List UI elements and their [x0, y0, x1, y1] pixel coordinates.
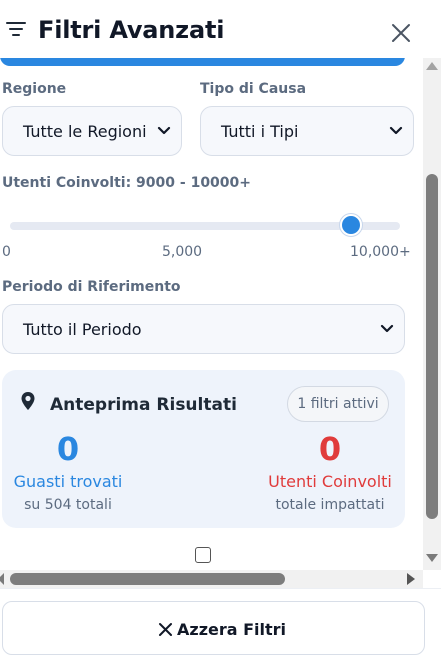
users-range-label: Utenti Coinvolti: 9000 - 10000+	[2, 175, 252, 191]
filters-scroll-area[interactable]: Regione Tutte le Regioni Tipo di Causa T…	[0, 40, 421, 570]
footer-divider	[0, 588, 441, 589]
chevron-down-icon	[157, 126, 171, 135]
horizontal-scrollbar[interactable]	[0, 570, 423, 588]
region-select[interactable]: Tutte le Regioni	[2, 106, 182, 156]
map-pin-icon	[21, 392, 35, 410]
slider-tick-min: 0	[2, 244, 11, 260]
filter-lines-icon[interactable]	[6, 20, 26, 38]
horizontal-scroll-thumb[interactable]	[10, 573, 285, 585]
faults-label: Guasti trovati	[13, 472, 123, 491]
active-filters-badge: 1 filtri attivi	[287, 386, 389, 422]
cause-type-label: Tipo di Causa	[200, 81, 307, 97]
slider-tick-max: 10,000+	[350, 244, 411, 260]
vertical-scroll-thumb[interactable]	[426, 174, 438, 519]
region-label: Regione	[2, 81, 67, 97]
reset-filters-label: Azzera Filtri	[177, 620, 287, 639]
reset-filters-button[interactable]: Azzera Filtri	[2, 601, 425, 655]
period-select[interactable]: Tutto il Periodo	[2, 304, 405, 354]
chevron-down-icon	[389, 126, 403, 135]
panel-header: Filtri Avanzati	[0, 0, 441, 58]
region-select-value: Tutte le Regioni	[23, 122, 147, 141]
checkbox[interactable]	[195, 547, 211, 563]
scroll-down-arrow-icon[interactable]	[426, 554, 438, 562]
users-count: 0	[318, 430, 342, 468]
close-icon[interactable]	[390, 22, 412, 44]
slider-tick-mid: 5,000	[162, 244, 203, 260]
page-title: Filtri Avanzati	[38, 16, 225, 44]
advanced-filters-panel: Regione Tutte le Regioni Tipo di Causa T…	[0, 0, 441, 669]
scroll-left-arrow-icon[interactable]	[0, 573, 4, 585]
period-select-value: Tutto il Periodo	[23, 320, 142, 339]
users-slider-thumb[interactable]	[340, 214, 362, 236]
results-preview-card: Anteprima Risultati 1 filtri attivi 0 Gu…	[2, 370, 405, 528]
cause-type-select-value: Tutti i Tipi	[221, 122, 299, 141]
vertical-scrollbar[interactable]	[423, 58, 441, 570]
cause-type-select[interactable]: Tutti i Tipi	[200, 106, 414, 156]
users-sub: totale impattati	[275, 497, 385, 513]
scroll-up-arrow-icon[interactable]	[426, 62, 438, 70]
faults-count: 0	[56, 430, 80, 468]
chevron-down-icon	[380, 324, 394, 333]
scroll-right-arrow-icon[interactable]	[407, 573, 415, 585]
users-label: Utenti Coinvolti	[268, 472, 392, 491]
close-icon	[159, 623, 172, 636]
faults-sub: su 504 totali	[24, 497, 112, 513]
period-label: Periodo di Riferimento	[2, 279, 181, 295]
preview-title: Anteprima Risultati	[50, 395, 237, 415]
